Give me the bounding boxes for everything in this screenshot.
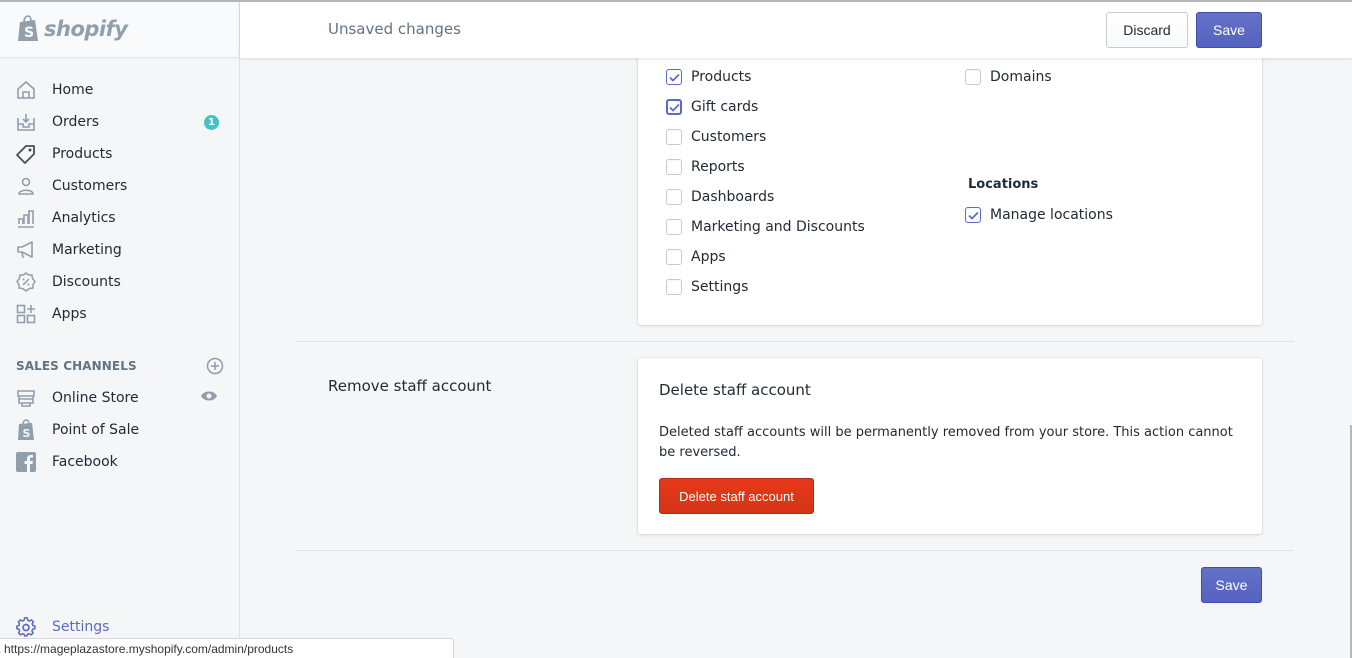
checkbox-label: Domains [990,69,1052,85]
save-button-bottom[interactable]: Save [1201,567,1262,603]
gear-icon [16,617,36,637]
unsaved-changes-title: Unsaved changes [328,20,461,38]
analytics-icon [16,208,36,228]
checkbox-checked[interactable] [666,99,682,115]
sidebar-item-products[interactable]: Products [0,138,240,170]
sales-channels-list: Online Store S Point of Sale Facebook [0,382,240,478]
svg-text:S: S [24,25,34,41]
sidebar-item-label: Apps [52,306,87,322]
shopify-bag-icon: S [18,14,38,41]
section-divider [295,341,1294,342]
checkmark-icon [668,73,680,82]
sidebar-item-orders[interactable]: Orders 1 [0,106,240,138]
delete-card-description: Deleted staff accounts will be permanent… [659,425,1233,460]
sidebar-item-discounts[interactable]: Discounts [0,266,240,298]
checkbox-label: Customers [691,129,767,145]
sidebar-item-analytics[interactable]: Analytics [0,202,240,234]
sidebar-item-label: Discounts [52,274,121,290]
delete-staff-account-button[interactable]: Delete staff account [659,478,814,514]
checkmark-icon [967,211,979,220]
permission-products[interactable]: Products [666,67,751,87]
home-icon [16,80,36,100]
checkbox-label: Reports [691,159,745,175]
facebook-icon [16,452,36,472]
permission-reports[interactable]: Reports [666,157,745,177]
checkbox-label: Apps [691,249,726,265]
checkbox-label: Gift cards [691,99,759,115]
locations-heading: Locations [968,177,1039,192]
permission-dashboards[interactable]: Dashboards [666,187,774,207]
orders-icon [16,112,36,132]
view-store-eye-icon[interactable] [200,387,218,409]
checkbox-unchecked[interactable] [965,69,981,85]
orders-count-badge: 1 [204,114,219,130]
svg-text:S: S [23,427,31,440]
sidebar-item-label: Orders [52,114,100,130]
discount-icon [16,272,36,292]
sidebar-item-label: Products [52,146,113,162]
checkbox-unchecked[interactable] [666,189,682,205]
status-url: https://mageplazastore.myshopify.com/adm… [4,641,294,656]
store-icon [16,388,36,408]
discard-button[interactable]: Discard [1106,12,1188,48]
delete-staff-card: Delete staff account Deleted staff accou… [638,358,1262,534]
checkbox-unchecked[interactable] [666,159,682,175]
main-nav: Home Orders 1 Products Customers Analyti… [0,74,240,330]
permission-customers[interactable]: Customers [666,127,766,147]
logo[interactable]: S shopify [0,0,239,58]
checkbox-unchecked[interactable] [666,129,682,145]
checkbox-unchecked[interactable] [666,219,682,235]
checkbox-label: Settings [691,279,749,295]
customer-icon [16,176,36,196]
sidebar-item-label: Online Store [52,390,139,406]
sidebar-item-label: Home [52,82,94,98]
sales-channels-header: SALES CHANNELS [16,356,224,376]
sidebar-item-apps[interactable]: Apps [0,298,240,330]
permission-marketing-discounts[interactable]: Marketing and Discounts [666,217,865,237]
sidebar-item-facebook[interactable]: Facebook [0,446,240,478]
sidebar-item-marketing[interactable]: Marketing [0,234,240,266]
sales-channels-title: SALES CHANNELS [16,359,137,373]
sidebar-item-label: Facebook [52,454,118,470]
save-button[interactable]: Save [1196,12,1262,48]
checkbox-label: Products [691,69,752,85]
sidebar-item-online-store[interactable]: Online Store [0,382,240,414]
sidebar-item-point-of-sale[interactable]: S Point of Sale [0,414,240,446]
section-divider [295,550,1294,551]
checkmark-icon [668,103,680,112]
permission-manage-locations[interactable]: Manage locations [965,205,1113,225]
permission-gift-cards[interactable]: Gift cards [666,97,758,117]
checkbox-label: Manage locations [990,207,1113,223]
checkbox-checked[interactable] [965,207,981,223]
sidebar-item-settings[interactable]: Settings [16,615,109,639]
browser-status-bar: https://mageplazastore.myshopify.com/adm… [0,638,454,658]
sidebar-item-home[interactable]: Home [0,74,240,106]
apps-icon [16,304,36,324]
permission-settings[interactable]: Settings [666,277,748,297]
sidebar-item-customers[interactable]: Customers [0,170,240,202]
contextual-save-bar: Unsaved changes Discard Save [240,0,1352,58]
add-channel-icon[interactable] [206,357,224,375]
sidebar-item-label: Marketing [52,242,122,258]
shopify-bag-icon: S [16,419,36,440]
sidebar: S shopify Home Orders 1 Products Custome… [0,0,240,658]
checkbox-label: Dashboards [691,189,775,205]
checkbox-unchecked[interactable] [666,249,682,265]
sidebar-item-label: Point of Sale [52,422,140,438]
delete-card-title: Delete staff account [659,381,811,399]
brand-name: shopify [44,16,128,41]
checkbox-label: Marketing and Discounts [691,219,865,235]
sidebar-item-label: Customers [52,178,128,194]
checkbox-unchecked[interactable] [666,279,682,295]
checkbox-checked[interactable] [666,69,682,85]
megaphone-icon [16,240,36,260]
permissions-card: Products Gift cards Customers Reports Da… [638,40,1262,325]
window-top-border [0,0,1352,2]
tag-icon [16,144,36,164]
permission-apps[interactable]: Apps [666,247,726,267]
remove-staff-section-label: Remove staff account [328,377,492,395]
settings-label: Settings [52,619,110,635]
permission-domains[interactable]: Domains [965,67,1052,87]
sidebar-item-label: Analytics [52,210,116,226]
